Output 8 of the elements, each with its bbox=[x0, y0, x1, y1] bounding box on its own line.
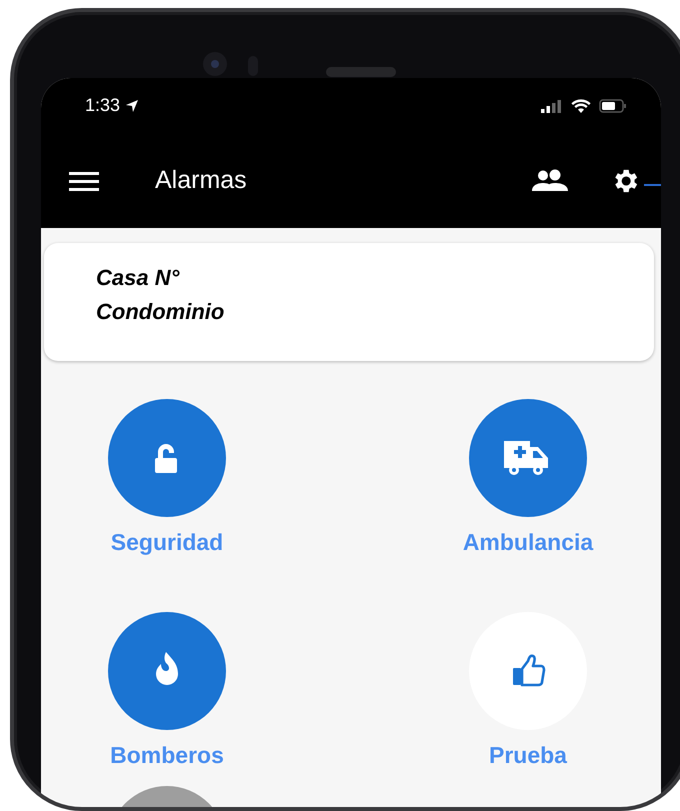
app-title: Alarmas bbox=[155, 166, 248, 195]
alarm-label: Bomberos bbox=[110, 742, 224, 768]
address-line: Casa N° bbox=[96, 264, 180, 292]
alarm-label: Ambulancia bbox=[462, 529, 594, 555]
status-time: 1:33 bbox=[85, 95, 120, 116]
address-line: Condominio bbox=[96, 298, 226, 326]
alarm-label: Prueba bbox=[489, 742, 567, 768]
alarm-label: Seguridad bbox=[110, 529, 224, 555]
